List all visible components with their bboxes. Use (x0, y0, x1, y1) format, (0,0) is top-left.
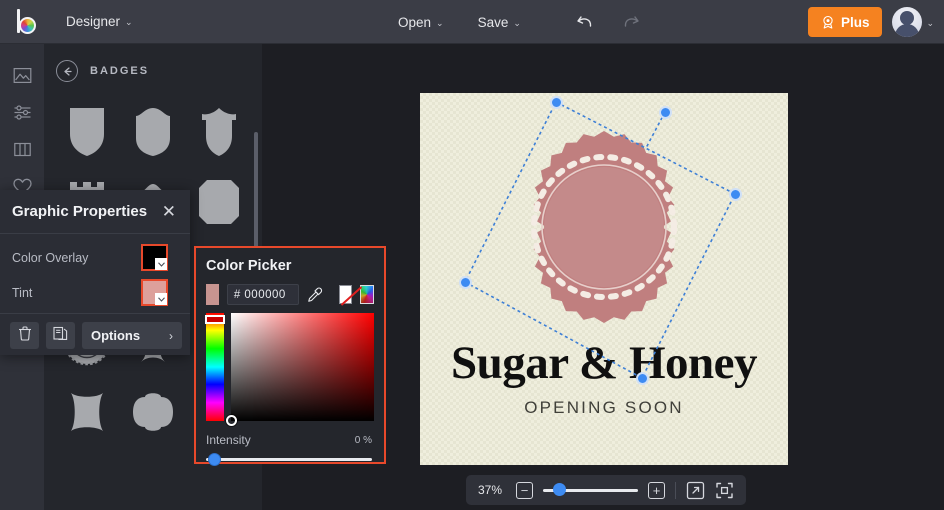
color-overlay-swatch[interactable] (141, 244, 168, 271)
tint-swatch[interactable] (141, 279, 168, 306)
layout-columns-icon (13, 140, 32, 164)
list-item[interactable] (58, 104, 116, 160)
saturation-value-thumb[interactable] (226, 415, 237, 426)
intensity-row: Intensity 0 % (196, 421, 384, 447)
color-picker-title: Color Picker (206, 258, 292, 274)
save-menu[interactable]: Save ⌄ (470, 9, 529, 36)
duplicate-icon (53, 326, 68, 346)
options-button[interactable]: Options › (82, 322, 182, 349)
rainbow-swatch-icon[interactable] (360, 285, 374, 304)
artwork-subtitle[interactable]: OPENING SOON (420, 398, 788, 418)
duplicate-button[interactable] (46, 322, 75, 349)
current-color-swatch[interactable] (206, 284, 219, 305)
chevron-down-icon: ⌄ (513, 17, 521, 28)
chevron-down-icon[interactable] (155, 258, 167, 270)
color-picker-body (196, 305, 384, 426)
chevron-down-icon: ⌄ (125, 17, 133, 27)
tint-label: Tint (12, 285, 33, 300)
graphic-properties-header: Graphic Properties ✕ (0, 190, 190, 234)
expand-icon[interactable] (686, 481, 705, 500)
intensity-slider-thumb[interactable] (208, 453, 221, 466)
badge-graphic[interactable] (502, 125, 706, 329)
graphic-properties-panel: Graphic Properties ✕ Color Overlay Tint (0, 190, 190, 355)
intensity-slider-track (206, 458, 372, 461)
list-item[interactable] (190, 174, 248, 230)
back-button[interactable] (56, 60, 78, 82)
intensity-label: Intensity (206, 433, 251, 447)
page-title: BADGES (90, 65, 150, 77)
account-menu[interactable]: ⌄ (892, 7, 934, 37)
list-item[interactable] (190, 104, 248, 160)
trash-icon (18, 325, 32, 346)
hue-slider-thumb[interactable] (205, 315, 225, 324)
open-menu-label: Open (398, 14, 432, 30)
selection-handle-left[interactable] (458, 275, 472, 289)
fit-to-screen-icon[interactable] (715, 481, 734, 500)
badge-icon (823, 15, 833, 29)
saturation-value-area[interactable] (226, 313, 374, 426)
graphic-properties-actions: Options › (0, 314, 190, 349)
redo-icon[interactable] (617, 8, 645, 36)
chevron-down-icon[interactable] (155, 293, 167, 305)
tint-row: Tint (0, 275, 190, 310)
zoom-level-label: 37% (478, 483, 503, 497)
chevron-down-icon: ⌄ (436, 17, 444, 28)
sidebar-item-image[interactable] (0, 59, 44, 96)
sidebar-item-layouts[interactable] (0, 133, 44, 170)
app-menu-label: Designer (66, 14, 121, 29)
selection-handle-top[interactable] (549, 95, 563, 109)
color-picker-panel: Color Picker # 000000 Intensity 0 % (194, 246, 386, 467)
chevron-down-icon: ⌄ (926, 17, 934, 28)
app-menu-designer[interactable]: Designer ⌄ (58, 8, 141, 35)
intensity-value: 0 % (354, 434, 372, 446)
zoom-in-button[interactable]: + (648, 481, 665, 499)
brand-logo[interactable] (6, 8, 50, 35)
rotate-handle[interactable] (658, 105, 672, 119)
plus-upgrade-button[interactable]: Plus (807, 7, 883, 37)
list-item[interactable] (124, 104, 182, 160)
open-menu[interactable]: Open ⌄ (390, 9, 452, 36)
color-overlay-label: Color Overlay (12, 250, 89, 265)
color-picker-toolbar: # 000000 (196, 274, 384, 305)
close-icon[interactable]: ✕ (162, 203, 176, 220)
panel-title: Graphic Properties (12, 203, 148, 220)
options-label: Options (91, 328, 141, 343)
top-bar-center: Open ⌄ Save ⌄ (390, 0, 645, 44)
list-item[interactable] (124, 384, 182, 440)
hex-input[interactable]: # 000000 (226, 284, 299, 305)
zoom-slider-thumb[interactable] (553, 483, 566, 496)
app-root: Designer ⌄ Open ⌄ Save ⌄ Plus ⌄ BADGES G… (0, 0, 944, 510)
avatar (892, 7, 923, 37)
sidebar-item-adjustments[interactable] (0, 96, 44, 133)
intensity-slider[interactable] (206, 451, 372, 467)
artwork-title[interactable]: Sugar & Honey (420, 336, 788, 390)
divider (675, 481, 676, 499)
adjustments-icon (13, 103, 32, 127)
selection-handle-bottom[interactable] (635, 371, 649, 385)
top-bar-right: Plus ⌄ (807, 0, 934, 44)
undo-icon[interactable] (571, 8, 599, 36)
selection-handle-right[interactable] (728, 187, 742, 201)
chevron-right-icon: › (169, 328, 173, 343)
delete-button[interactable] (10, 322, 39, 349)
save-menu-label: Save (477, 14, 509, 30)
top-bar: Designer ⌄ Open ⌄ Save ⌄ Plus ⌄ (0, 0, 944, 44)
zoom-slider[interactable] (543, 482, 638, 498)
list-item[interactable] (58, 384, 116, 440)
zoom-out-button[interactable]: − (516, 481, 533, 499)
zoom-toolbar: 37% − + (466, 475, 746, 505)
image-icon (13, 66, 32, 90)
color-overlay-row: Color Overlay (0, 240, 190, 275)
badges-panel-header: BADGES (44, 44, 262, 82)
eyedropper-icon[interactable] (307, 285, 323, 305)
artboard[interactable]: Sugar & Honey OPENING SOON (420, 93, 788, 465)
no-color-icon[interactable] (338, 285, 353, 304)
hue-slider[interactable] (205, 313, 225, 421)
plus-button-label: Plus (840, 14, 870, 30)
